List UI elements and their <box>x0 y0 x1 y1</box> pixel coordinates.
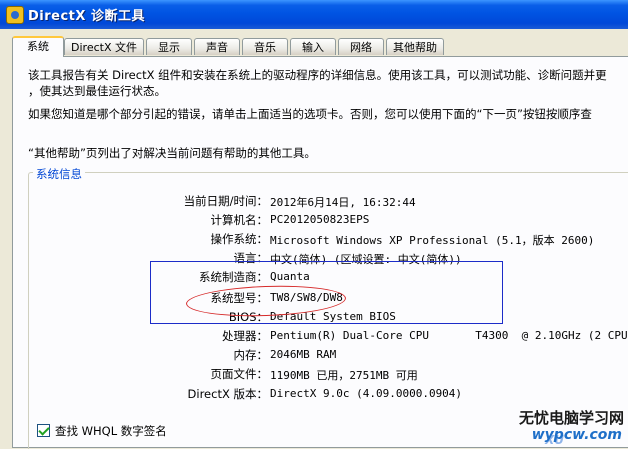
watermark-site-name: 无忧电脑学习网 <box>518 409 624 427</box>
value-computer-name: PC2012050823EPS <box>270 213 370 226</box>
tab-display[interactable]: 显示 <box>146 38 192 55</box>
directx-app-icon <box>6 6 24 24</box>
tab-strip: 系统 DirectX 文件 显示 声音 音乐 输入 网络 其他帮助 <box>0 36 628 57</box>
intro-text-line-2: ，使其达到最佳运行状态。 <box>28 84 166 98</box>
watermark-url: wypcw.com <box>531 427 622 443</box>
label-directx-version: DirectX 版本： <box>187 387 268 401</box>
intro-text-line-1: 该工具报告有关 DirectX 组件和安装在系统上的驱动程序的详细信息。使用该工… <box>28 68 607 82</box>
tab-input[interactable]: 输入 <box>290 38 336 55</box>
tab-music[interactable]: 音乐 <box>242 38 288 55</box>
value-date-time: 2012年6月14日, 16:32:44 <box>270 196 416 209</box>
value-processor: Pentium(R) Dual-Core CPU T4300 @ 2.10GHz… <box>270 329 628 342</box>
intro-text-line-3: 如果您知道是哪个部分引起的错误，请单击上面适当的选项卡。否则，您可以使用下面的“… <box>28 107 592 121</box>
tab-sound[interactable]: 声音 <box>194 38 240 55</box>
tab-directx-files[interactable]: DirectX 文件 <box>64 38 144 55</box>
whql-checkbox-label[interactable]: 查找 WHQL 数字签名 <box>55 423 167 439</box>
label-memory: 内存： <box>233 348 269 362</box>
value-page-file: 1190MB 已用，2751MB 可用 <box>270 369 418 382</box>
label-page-file: 页面文件： <box>210 367 269 381</box>
label-processor: 处理器： <box>222 329 268 343</box>
site-watermark: 无忧电脑学习网 XU wypcw.com <box>510 407 628 448</box>
tab-network[interactable]: 网络 <box>338 38 384 55</box>
title-bar[interactable]: DirectX 诊断工具 <box>0 0 628 29</box>
label-os: 操作系统： <box>210 232 269 246</box>
whql-checkbox[interactable] <box>37 424 50 437</box>
label-date-time: 当前日期/时间： <box>183 194 268 208</box>
tab-system[interactable]: 系统 <box>12 36 64 57</box>
system-info-title: 系统信息 <box>33 166 85 182</box>
value-directx-version: DirectX 9.0c (4.09.0000.0904) <box>270 387 463 400</box>
label-computer-name: 计算机名： <box>210 213 269 227</box>
value-memory: 2046MB RAM <box>270 348 337 361</box>
value-os: Microsoft Windows XP Professional (5.1，版… <box>270 234 595 247</box>
tab-more-help[interactable]: 其他帮助 <box>386 38 444 55</box>
intro-text-line-4: “其他帮助”页列出了对解决当前问题有帮助的其他工具。 <box>28 146 316 160</box>
window-title: DirectX 诊断工具 <box>28 9 145 24</box>
